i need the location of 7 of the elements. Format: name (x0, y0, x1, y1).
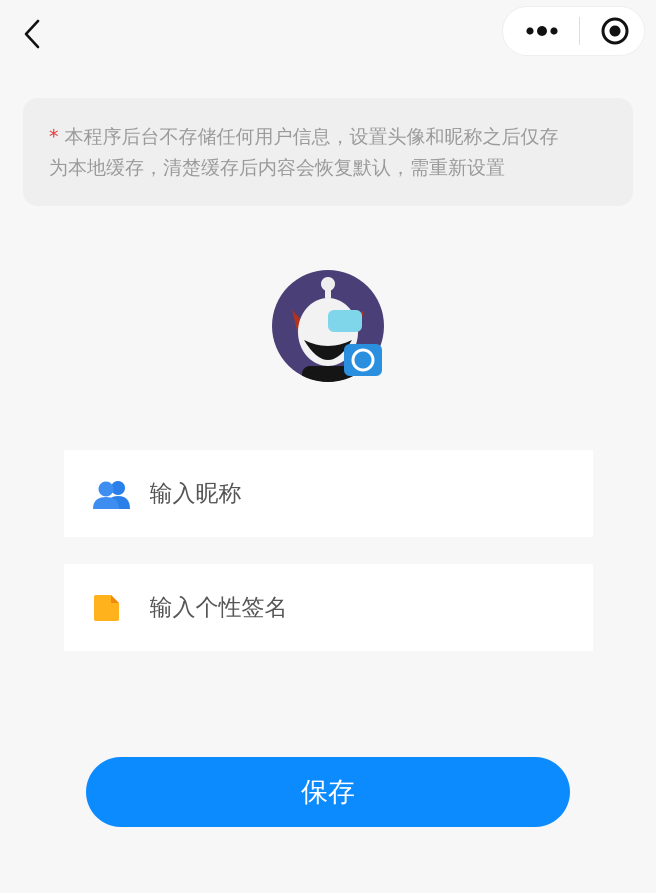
more-icon[interactable] (525, 24, 559, 38)
save-button[interactable]: 保存 (86, 757, 570, 827)
notice-text: * 本程序后台不存储任何用户信息，设置头像和昵称之后仅存为本地缓存，清楚缓存后内容会恢复默认，需重新设置 (49, 125, 560, 181)
input-field[interactable]: 输入个性签名 (64, 564, 592, 651)
close-target-icon[interactable] (600, 16, 630, 46)
input-field[interactable]: 输入昵称 (64, 450, 592, 537)
back-icon[interactable] (22, 19, 42, 49)
